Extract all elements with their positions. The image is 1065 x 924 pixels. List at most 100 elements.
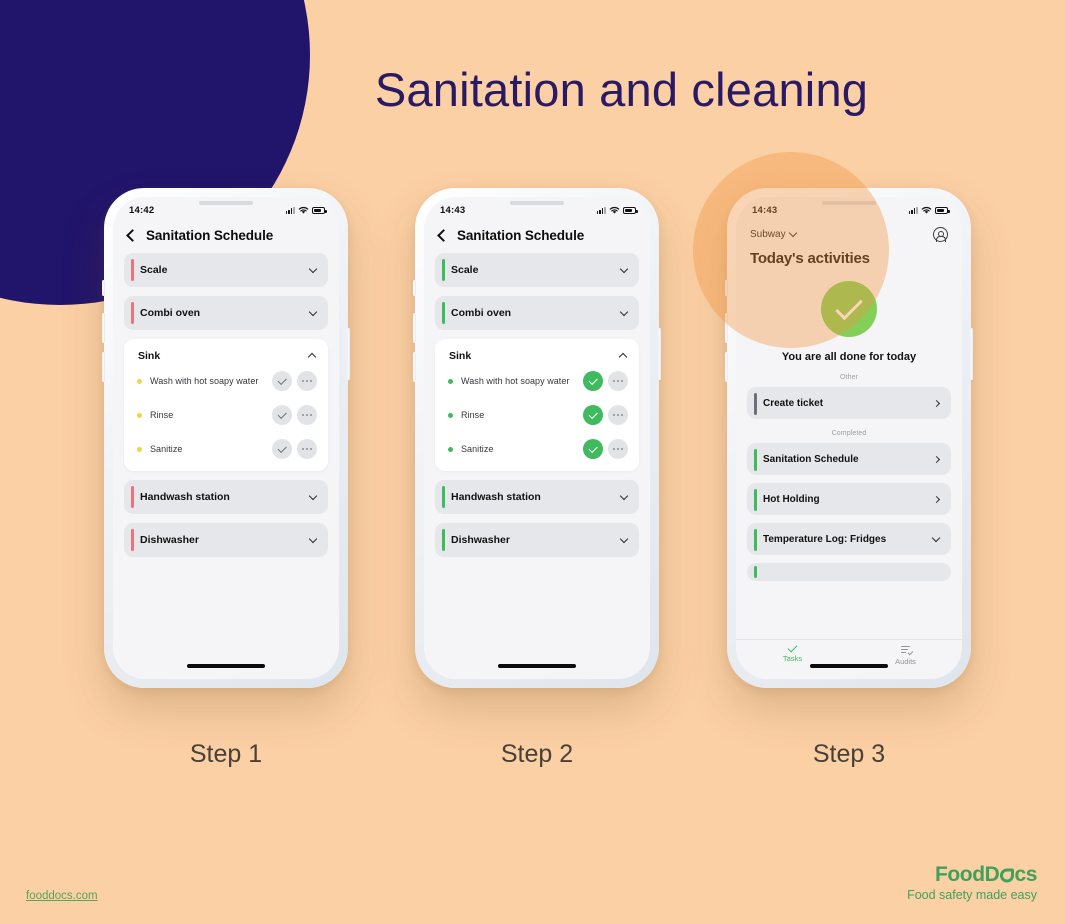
phone2-nav-title: Sanitation Schedule <box>457 228 585 243</box>
all-done-check-icon <box>821 281 877 337</box>
phone2-mute-switch[interactable] <box>413 280 416 296</box>
step-2-caption: Step 2 <box>500 740 574 768</box>
chevron-right-icon[interactable] <box>932 455 941 463</box>
phone1-volume-down-button[interactable] <box>102 352 105 382</box>
phone2-power-button[interactable] <box>658 328 661 380</box>
list-item-hot-holding[interactable]: Hot Holding <box>747 483 951 515</box>
task-row[interactable]: Wash with hot soapy water <box>124 364 328 398</box>
status-dot-icon <box>448 446 453 452</box>
phone3-home-indicator[interactable] <box>810 664 888 668</box>
card-header[interactable]: Sink <box>124 348 328 364</box>
battery-icon <box>312 206 327 214</box>
chevron-down-icon[interactable] <box>619 307 629 316</box>
section-label-completed: Completed <box>831 430 867 437</box>
phone3-volume-up-button[interactable] <box>725 313 728 343</box>
back-arrow-icon[interactable] <box>437 229 450 242</box>
chevron-down-icon[interactable] <box>308 534 318 543</box>
phone2-volume-up-button[interactable] <box>413 313 416 343</box>
task-row[interactable]: Rinse <box>124 398 328 432</box>
site-link[interactable]: fooddocs.com <box>26 890 98 902</box>
list-item-label: Handwash station <box>140 491 230 503</box>
list-item-combi-oven[interactable]: Combi oven <box>435 296 639 330</box>
chevron-up-icon[interactable] <box>618 352 628 362</box>
list-item-sanitation-schedule[interactable]: Sanitation Schedule <box>747 443 951 475</box>
profile-avatar-icon[interactable] <box>933 227 948 242</box>
list-item-dishwasher[interactable]: Dishwasher <box>124 523 328 557</box>
chevron-down-icon[interactable] <box>619 491 629 500</box>
tab-audits[interactable]: Audits <box>849 645 962 666</box>
task-more-button[interactable] <box>608 371 628 391</box>
phone3-other-list: Create ticket <box>736 387 962 419</box>
task-row[interactable]: Wash with hot soapy water <box>435 364 639 398</box>
location-selector-label[interactable]: Subway <box>750 229 786 240</box>
list-item-scale[interactable]: Scale <box>435 253 639 287</box>
task-row[interactable]: Sanitize <box>435 432 639 466</box>
phone1-clock: 14:42 <box>129 204 155 216</box>
list-item-label: Create ticket <box>763 397 824 409</box>
phone-step-1: 14:42 Sanitation Schedule Scale Combi ov… <box>102 188 350 688</box>
list-item-dishwasher[interactable]: Dishwasher <box>435 523 639 557</box>
phone2-card-sink: Sink Wash with hot soapy water Rinse San… <box>435 339 639 471</box>
card-title: Sink <box>138 350 161 362</box>
task-complete-button[interactable] <box>272 405 292 425</box>
task-more-button[interactable] <box>608 405 628 425</box>
task-row[interactable]: Rinse <box>435 398 639 432</box>
back-arrow-icon[interactable] <box>126 229 139 242</box>
phone1-power-button[interactable] <box>347 328 350 380</box>
phone3-power-button[interactable] <box>970 328 973 380</box>
task-label: Wash with hot soapy water <box>461 376 570 386</box>
chevron-down-icon[interactable] <box>308 307 318 316</box>
tab-tasks[interactable]: Tasks <box>736 642 849 663</box>
status-dot-icon <box>137 446 142 452</box>
phone1-volume-up-button[interactable] <box>102 313 105 343</box>
phone3-volume-down-button[interactable] <box>725 352 728 382</box>
chevron-up-icon[interactable] <box>307 352 317 362</box>
list-item-label: Combi oven <box>140 307 201 319</box>
list-item-scale[interactable]: Scale <box>124 253 328 287</box>
list-item-handwash-station[interactable]: Handwash station <box>124 480 328 514</box>
phone-step-3: 14:43 Subway Today's activities You are … <box>725 188 973 688</box>
chevron-down-icon[interactable] <box>788 228 797 238</box>
card-header[interactable]: Sink <box>435 348 639 364</box>
list-item-create-ticket[interactable]: Create ticket <box>747 387 951 419</box>
chevron-right-icon[interactable] <box>932 399 941 407</box>
task-more-button[interactable] <box>608 439 628 459</box>
accent-bar <box>442 486 445 508</box>
phone3-mute-switch[interactable] <box>725 280 728 296</box>
list-item-combi-oven[interactable]: Combi oven <box>124 296 328 330</box>
chevron-down-icon[interactable] <box>619 534 629 543</box>
list-item-temperature-log-fridges[interactable]: Temperature Log: Fridges <box>747 523 951 555</box>
list-item-label: Temperature Log: Fridges <box>763 533 887 545</box>
chevron-down-icon[interactable] <box>308 491 318 500</box>
accent-bar <box>754 449 757 471</box>
task-row[interactable]: Sanitize <box>124 432 328 466</box>
task-complete-button[interactable] <box>583 371 603 391</box>
task-more-button[interactable] <box>297 405 317 425</box>
task-more-button[interactable] <box>297 439 317 459</box>
phone1-mute-switch[interactable] <box>102 280 105 296</box>
list-item-handwash-station[interactable]: Handwash station <box>435 480 639 514</box>
chevron-down-icon[interactable] <box>619 264 629 273</box>
phone2-screen: 14:43 Sanitation Schedule Scale Combi ov… <box>424 197 650 679</box>
battery-icon <box>935 206 950 214</box>
phone2-list: Scale Combi oven Sink Wash with hot soap… <box>424 253 650 557</box>
phone3-status-icons <box>908 206 950 215</box>
phone2-navbar: Sanitation Schedule <box>424 223 650 253</box>
chevron-right-icon[interactable] <box>932 495 941 503</box>
task-complete-button[interactable] <box>583 405 603 425</box>
accent-bar <box>442 259 445 281</box>
task-complete-button[interactable] <box>272 439 292 459</box>
task-label: Wash with hot soapy water <box>150 376 259 386</box>
phone2-volume-down-button[interactable] <box>413 352 416 382</box>
phone1-home-indicator[interactable] <box>187 664 265 668</box>
task-more-button[interactable] <box>297 371 317 391</box>
page-title: Sanitation and cleaning <box>374 63 869 116</box>
task-complete-button[interactable] <box>583 439 603 459</box>
task-complete-button[interactable] <box>272 371 292 391</box>
list-item-partial[interactable] <box>747 563 951 581</box>
phone2-home-indicator[interactable] <box>498 664 576 668</box>
chevron-down-icon[interactable] <box>931 533 941 542</box>
logo-text-cs: cs <box>1014 862 1037 886</box>
task-label: Sanitize <box>461 444 494 454</box>
chevron-down-icon[interactable] <box>308 264 318 273</box>
